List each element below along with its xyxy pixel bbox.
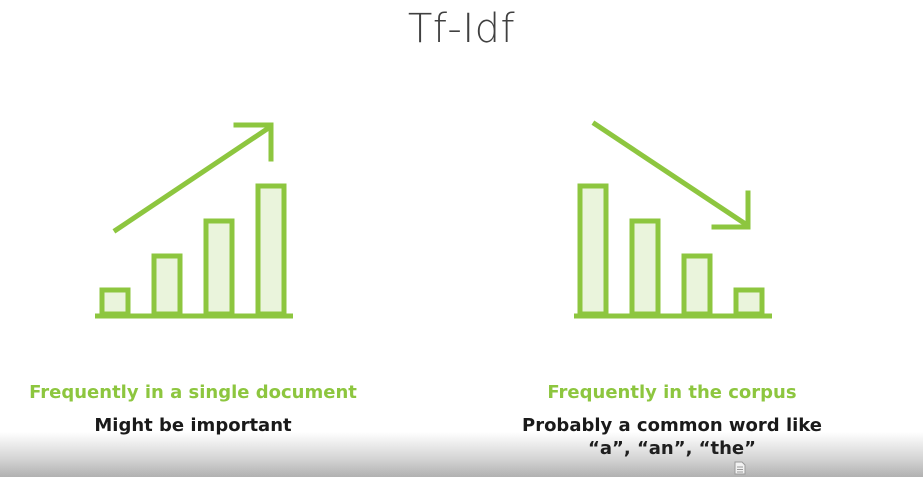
slide: Tf-Idf Frequently in a single document M… <box>0 0 923 477</box>
right-heading: Frequently in the corpus <box>547 382 797 403</box>
right-arrow-shaft <box>591 120 751 229</box>
left-bar-1 <box>99 287 131 317</box>
left-bar-2 <box>151 253 183 317</box>
left-arrow-shaft <box>112 123 274 234</box>
left-caption: Frequently in a single document Might be… <box>13 382 373 437</box>
left-bar-4 <box>255 183 287 317</box>
bar-chart-decreasing-icon <box>574 120 772 319</box>
left-description: Might be important <box>94 415 292 436</box>
right-bar-3 <box>681 253 713 317</box>
right-description-line-1: Probably a common word like <box>522 415 822 436</box>
left-bar-3 <box>203 218 235 317</box>
document-icon[interactable] <box>734 461 746 475</box>
right-bar-1 <box>577 183 609 317</box>
bar-chart-increasing-icon <box>95 122 293 319</box>
right-bar-4 <box>733 287 765 317</box>
slide-title: Tf-Idf <box>407 6 516 52</box>
right-bar-2 <box>629 218 661 317</box>
right-caption: Frequently in the corpus Probably a comm… <box>482 382 862 460</box>
right-description-line-2: “a”, “an”, “the” <box>588 438 756 459</box>
left-heading: Frequently in a single document <box>29 382 357 403</box>
